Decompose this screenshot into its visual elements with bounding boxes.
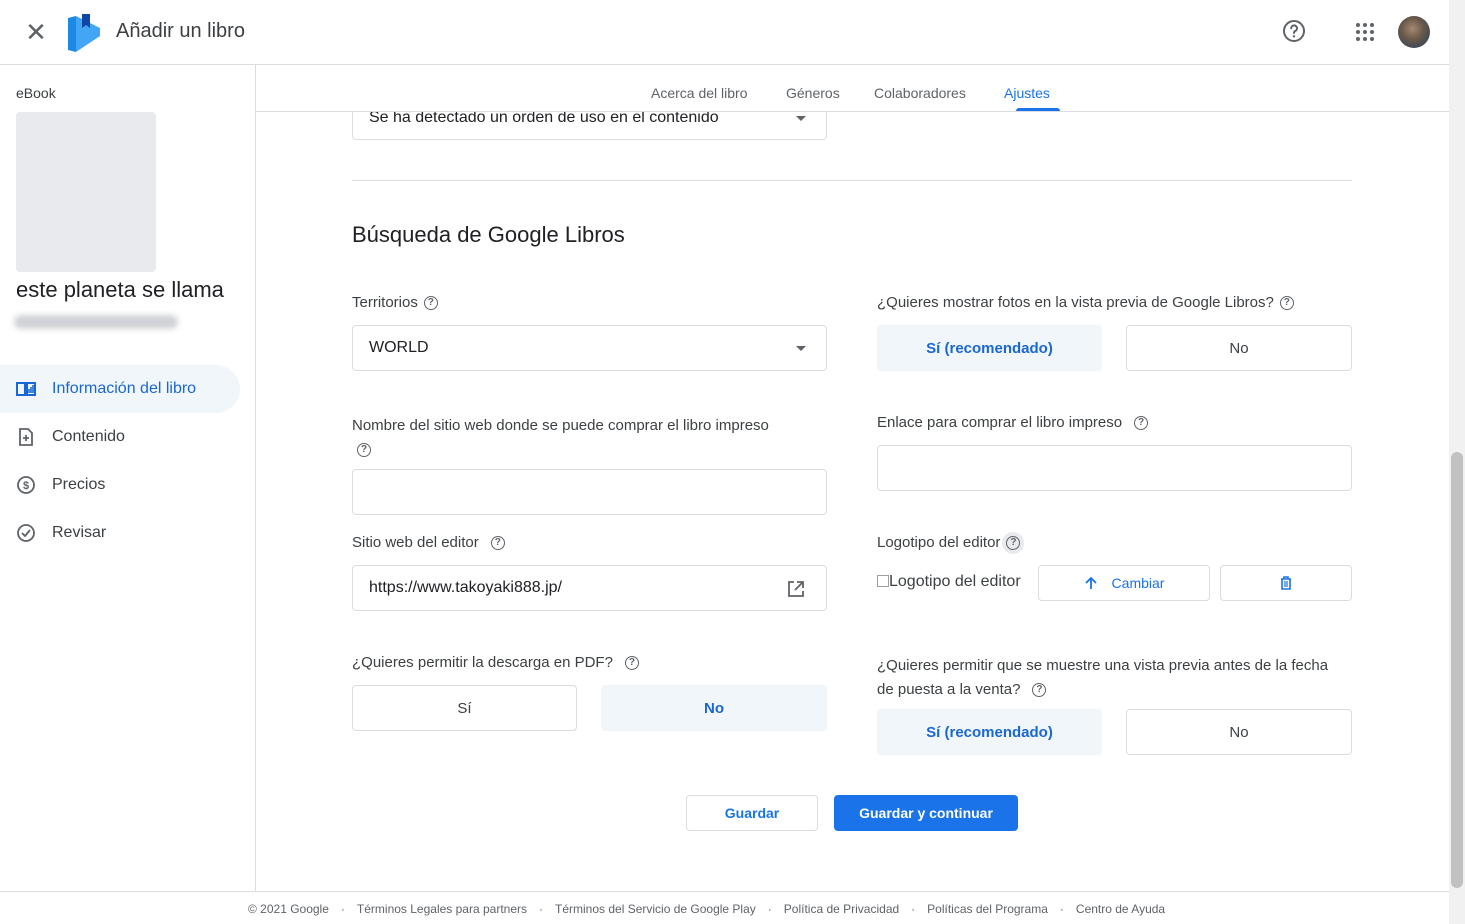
print-link-input[interactable]: [877, 445, 1352, 491]
footer-link-help-center[interactable]: Centro de Ayuda: [1076, 902, 1165, 916]
pre-sale-preview-label: ¿Quieres permitir que se muestre una vis…: [877, 657, 1329, 698]
chevron-down-icon: [796, 116, 806, 121]
delete-logo-button[interactable]: [1220, 565, 1352, 601]
help-icon[interactable]: ?: [423, 296, 438, 311]
document-add-icon: [19, 428, 33, 446]
open-in-new-icon[interactable]: [786, 579, 806, 599]
close-icon[interactable]: ✕: [22, 18, 50, 46]
svg-text:$: $: [23, 480, 29, 492]
help-icon[interactable]: ?: [490, 536, 505, 551]
scrollbar-thumb[interactable]: [1451, 452, 1463, 888]
footer-link-partner-terms[interactable]: Términos Legales para partners: [357, 902, 527, 916]
help-icon[interactable]: ?: [357, 443, 371, 458]
sidebar-item-book-info[interactable]: Información del libro: [0, 365, 240, 413]
save-and-continue-button[interactable]: Guardar y continuar: [834, 795, 1018, 831]
active-tab-indicator: [1016, 108, 1060, 111]
check-circle-icon: [17, 524, 35, 542]
chevron-down-icon: [796, 346, 806, 351]
help-icon[interactable]: ?: [1006, 536, 1021, 551]
section-title: Búsqueda de Google Libros: [352, 222, 625, 247]
tab-about-book[interactable]: Acerca del libro: [651, 85, 748, 101]
sidebar-item-review[interactable]: Revisar: [0, 509, 240, 557]
book-cover-placeholder: [16, 112, 156, 272]
photos-preview-no-button[interactable]: No: [1126, 325, 1352, 371]
photos-preview-yes-button[interactable]: Sí (recomendado): [877, 325, 1102, 371]
publisher-logo-image: Logotipo del editor: [877, 573, 1021, 591]
publisher-site-label: Sitio web del editor?: [352, 534, 505, 551]
help-icon[interactable]: ?: [1134, 416, 1149, 431]
pre-sale-preview-no-button[interactable]: No: [1126, 709, 1352, 755]
help-icon[interactable]: ?: [1279, 296, 1294, 311]
sidebar-item-content[interactable]: Contenido: [0, 413, 240, 461]
photos-preview-label: ¿Quieres mostrar fotos en la vista previ…: [877, 294, 1294, 311]
territories-select[interactable]: WORLD: [352, 325, 827, 371]
sidebar-item-pricing[interactable]: $ Precios: [0, 461, 240, 509]
avatar[interactable]: [1398, 16, 1430, 48]
publisher-site-input[interactable]: https://www.takoyaki888.jp/: [352, 565, 827, 611]
section-divider: [352, 180, 1352, 181]
book-title: este planeta se llama: [16, 277, 224, 302]
help-icon[interactable]: ?: [624, 656, 639, 671]
sidebar: eBook este planeta se llama Información …: [0, 65, 256, 891]
footer-link-privacy[interactable]: Política de Privacidad: [784, 902, 899, 916]
territories-label: Territorios?: [352, 294, 438, 311]
google-play-books-logo: [68, 14, 100, 52]
footer: © 2021 Google · Términos Legales para pa…: [0, 891, 1449, 924]
tab-settings[interactable]: Ajustes: [1004, 85, 1050, 101]
sidebar-item-label: Revisar: [52, 524, 107, 541]
arrow-up-icon: [1084, 576, 1097, 589]
trash-icon: [1281, 576, 1291, 590]
footer-link-program-policies[interactable]: Políticas del Programa: [927, 902, 1048, 916]
tab-bar: Acerca del libro Géneros Colaboradores A…: [256, 65, 1449, 112]
pdf-download-no-button[interactable]: No: [601, 685, 827, 731]
save-button[interactable]: Guardar: [686, 795, 818, 831]
print-link-label: Enlace para comprar el libro impreso?: [877, 414, 1149, 431]
broken-image-icon: [877, 575, 889, 587]
print-site-name-label: Nombre del sitio web donde se puede comp…: [352, 417, 769, 458]
book-info-icon: [16, 382, 36, 396]
change-logo-button[interactable]: Cambiar: [1038, 565, 1210, 601]
sidebar-item-label: Precios: [52, 476, 106, 493]
sidebar-item-label: Información del libro: [52, 380, 197, 397]
help-circle-icon[interactable]: [1282, 19, 1306, 43]
pre-sale-preview-yes-button[interactable]: Sí (recomendado): [877, 709, 1102, 755]
page-title: Añadir un libro: [116, 20, 245, 42]
sidebar-item-label: Contenido: [52, 428, 125, 445]
dollar-circle-icon: $: [17, 476, 35, 494]
tab-contributors[interactable]: Colaboradores: [874, 85, 966, 101]
footer-copyright: © 2021 Google: [248, 902, 329, 916]
publisher-logo-label: Logotipo del editor?: [877, 534, 1021, 551]
top-app-bar: ✕ Añadir un libro: [0, 0, 1449, 65]
help-icon[interactable]: ?: [1032, 683, 1047, 698]
tab-genres[interactable]: Géneros: [786, 85, 840, 101]
footer-link-play-terms[interactable]: Términos del Servicio de Google Play: [555, 902, 756, 916]
book-type-label: eBook: [16, 85, 56, 101]
print-site-name-input[interactable]: [352, 469, 827, 515]
apps-grid-icon[interactable]: [1355, 22, 1375, 42]
pdf-download-label: ¿Quieres permitir la descarga en PDF??: [352, 654, 639, 671]
blurred-subtitle: [14, 315, 178, 329]
pdf-download-yes-button[interactable]: Sí: [352, 685, 577, 731]
